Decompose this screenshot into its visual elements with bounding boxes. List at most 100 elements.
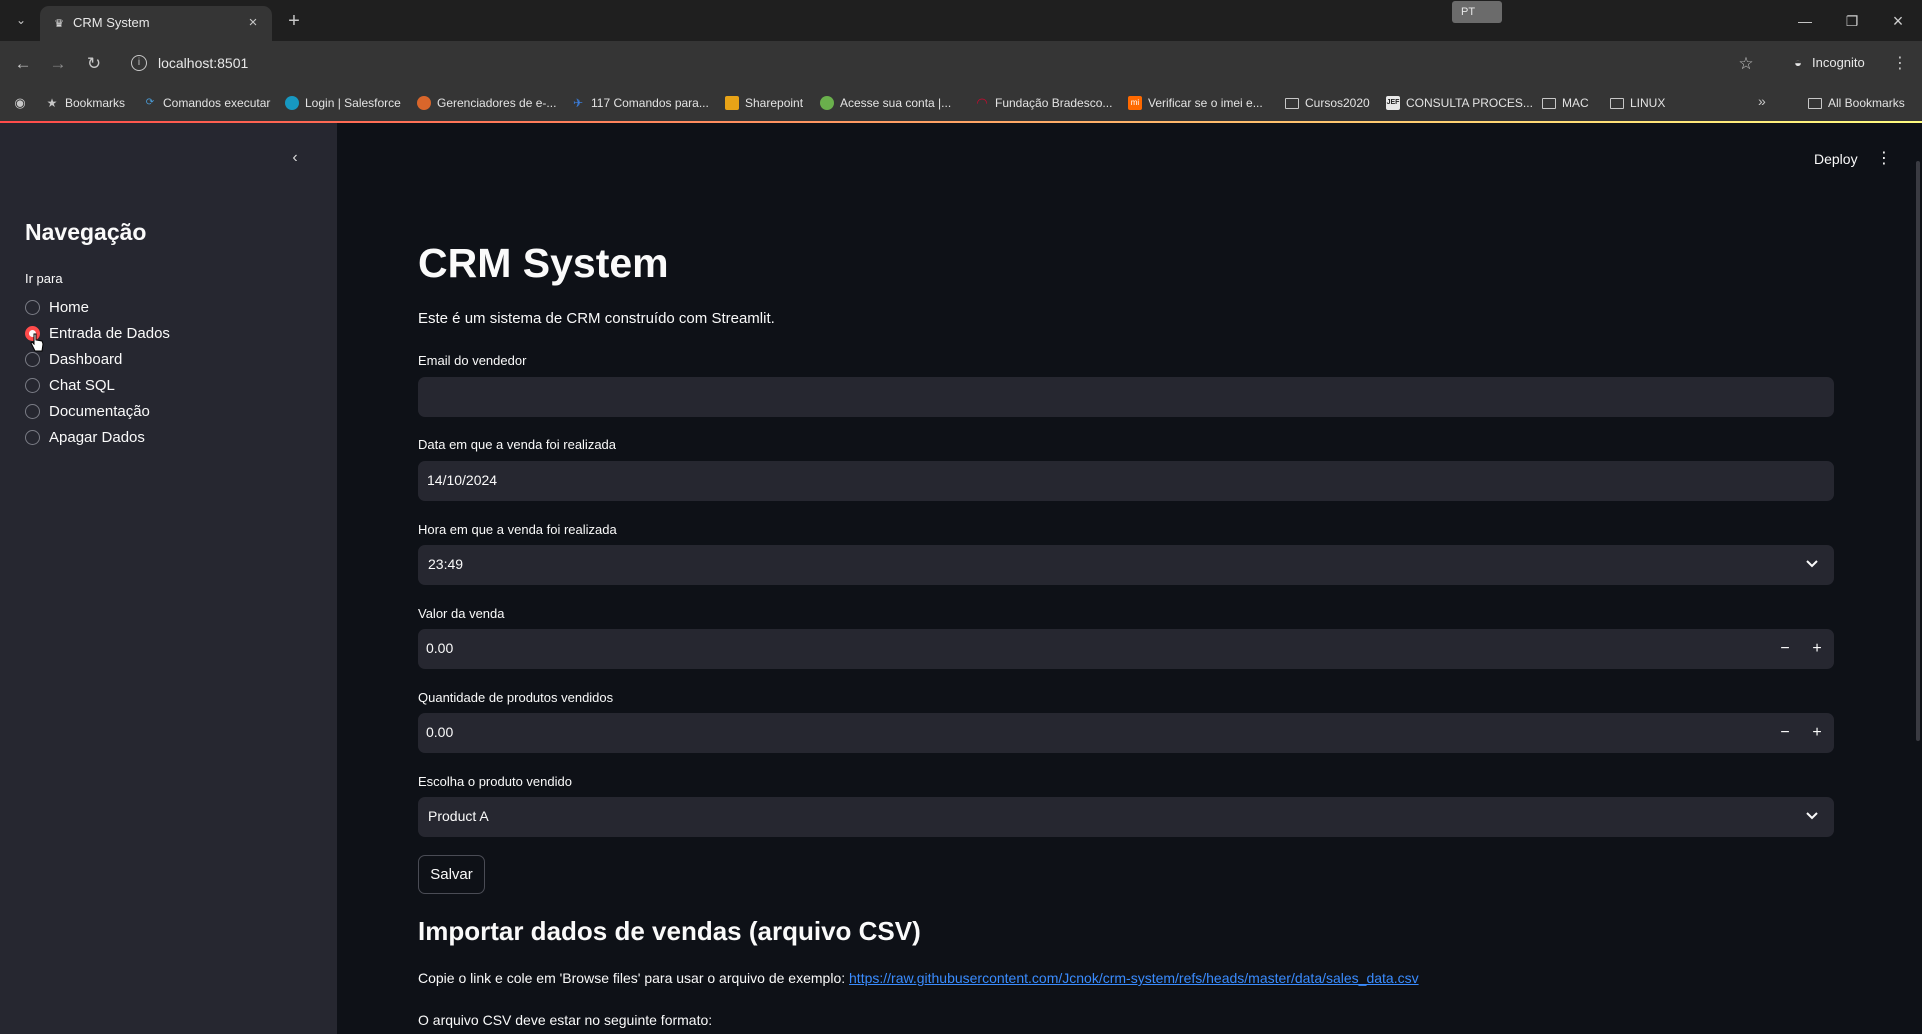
product-value: Product A [428, 808, 489, 824]
address-bar-url[interactable]: localhost:8501 [158, 55, 248, 71]
incognito-icon: ◒ [1794, 55, 1802, 70]
collapse-sidebar-chevron-icon[interactable]: ‹ [284, 147, 306, 169]
bookmark-item[interactable]: JEF CONSULTA PROCES... [1386, 94, 1533, 112]
bookmark-folder[interactable]: LINUX [1610, 94, 1665, 112]
radio-circle[interactable] [25, 351, 40, 367]
bookmarks-bar: ◉ ★ Bookmarks ⟳ Comandos executar Login | … [0, 87, 1922, 121]
sharepoint-icon [725, 96, 739, 110]
email-label: Email do vendedor [418, 353, 527, 368]
bookmark-item[interactable]: ✈ 117 Comandos para... [571, 94, 709, 112]
quantity-value: 0.00 [426, 724, 454, 740]
back-arrow-icon[interactable]: ← [11, 52, 35, 76]
radio-circle[interactable] [25, 299, 40, 315]
bookmark-folder[interactable]: MAC [1542, 94, 1589, 112]
incognito-label: Incognito [1812, 55, 1865, 70]
product-label: Escolha o produto vendido [418, 774, 572, 789]
radio-label: Chat SQL [49, 376, 115, 394]
bradesco-icon: ◠ [976, 95, 988, 110]
tab-close-icon[interactable]: × [244, 14, 262, 32]
apps-globe-icon[interactable]: ◉ [13, 94, 27, 112]
copy-instructions: Copie o link e cole em 'Browse files' pa… [418, 970, 1419, 986]
streamlit-app: ‹ Navegação Ir para Home Entrada de Dado… [0, 121, 1922, 1034]
radio-circle[interactable] [25, 377, 40, 393]
intro-text: Este é um sistema de CRM construído com … [418, 310, 775, 327]
radio-home[interactable]: Home [25, 296, 89, 318]
sidebar: ‹ Navegação Ir para Home Entrada de Dado… [0, 123, 337, 1034]
radio-label: Apagar Dados [49, 428, 145, 446]
radio-circle[interactable] [25, 429, 40, 445]
bookmark-item[interactable]: Acesse sua conta |... [820, 94, 951, 112]
radio-label: Documentação [49, 402, 150, 420]
browser-tab[interactable]: ♛ CRM System × [40, 6, 272, 41]
amount-increment-button[interactable]: + [1805, 637, 1829, 661]
all-bookmarks[interactable]: All Bookmarks [1808, 94, 1905, 112]
new-tab-button[interactable]: + [282, 9, 306, 33]
nodejs-icon: ⟳ [145, 97, 155, 108]
radio-chat-sql[interactable]: Chat SQL [25, 374, 115, 396]
amount-decrement-button[interactable]: − [1773, 637, 1797, 661]
star-icon: ★ [46, 96, 58, 110]
xiaomi-icon: mi [1128, 96, 1142, 110]
email-input[interactable] [418, 377, 1834, 417]
tab-title: CRM System [73, 15, 150, 30]
date-input[interactable]: 14/10/2024 [418, 461, 1834, 501]
site-info-icon[interactable]: i [131, 55, 147, 71]
bookmark-item[interactable]: mi Verificar se o imei e... [1128, 94, 1263, 112]
chevron-down-icon [1806, 560, 1818, 568]
language-badge[interactable]: PT [1452, 1, 1502, 23]
page-scrollbar[interactable] [1916, 161, 1920, 741]
quantity-number-input[interactable]: 0.00 − + [418, 713, 1834, 753]
quantity-increment-button[interactable]: + [1805, 721, 1829, 745]
chevron-down-icon [1806, 812, 1818, 820]
folder-icon [1285, 97, 1299, 109]
app-menu-icon[interactable]: ⋮ [1876, 147, 1892, 171]
hand-cursor-icon [30, 333, 44, 352]
sidebar-title: Navegação [25, 219, 147, 245]
radio-label: Entrada de Dados [49, 324, 170, 342]
bookmark-item[interactable]: ⟳ Comandos executar [143, 94, 271, 112]
radio-label: Dashboard [49, 350, 123, 368]
forward-arrow-icon[interactable]: → [46, 52, 70, 76]
browser-menu-icon[interactable]: ⋮ [1890, 52, 1910, 76]
window-close-icon[interactable]: × [1886, 9, 1910, 33]
deploy-button[interactable]: Deploy [1814, 151, 1858, 167]
page-title: CRM System [418, 240, 669, 286]
product-select[interactable]: Product A [418, 797, 1834, 837]
date-label: Data em que a venda foi realizada [418, 437, 617, 452]
time-select[interactable]: 23:49 [418, 545, 1834, 585]
quantity-decrement-button[interactable]: − [1773, 721, 1797, 745]
radio-circle[interactable] [25, 403, 40, 419]
bookmark-item[interactable]: Gerenciadores de e-... [417, 94, 556, 112]
radio-entrada-de-dados[interactable]: Entrada de Dados [25, 322, 170, 344]
tab-search-chevron-icon[interactable]: ⌄ [10, 9, 32, 31]
incognito-indicator[interactable]: ◒ Incognito [1790, 55, 1865, 70]
sample-csv-link[interactable]: https://raw.githubusercontent.com/Jcnok/… [849, 970, 1419, 986]
copy-instructions-text: Copie o link e cole em 'Browse files' pa… [418, 970, 850, 986]
bookmark-item[interactable]: Login | Salesforce [285, 94, 401, 112]
date-value: 14/10/2024 [427, 472, 498, 488]
radio-apagar-dados[interactable]: Apagar Dados [25, 426, 145, 448]
radio-documentacao[interactable]: Documentação [25, 400, 150, 422]
salesforce-cloud-icon [285, 96, 299, 110]
bookmark-folder[interactable]: Cursos2020 [1285, 94, 1370, 112]
bookmark-item[interactable]: ★ Bookmarks [45, 94, 125, 112]
csv-format-text: O arquivo CSV deve estar no seguinte for… [418, 1012, 713, 1028]
import-section-title: Importar dados de vendas (arquivo CSV) [418, 916, 921, 946]
more-bookmarks-icon[interactable]: » [1758, 93, 1766, 109]
jef-icon: JEF [1386, 96, 1400, 110]
bookmark-star-icon[interactable]: ☆ [1734, 52, 1758, 76]
amount-label: Valor da venda [418, 606, 505, 621]
site-icon [820, 96, 834, 110]
minimize-icon[interactable]: — [1793, 9, 1817, 33]
bookmark-item[interactable]: Sharepoint [725, 94, 803, 112]
restore-icon[interactable]: ❐ [1840, 9, 1864, 33]
site-icon [417, 96, 431, 110]
amount-number-input[interactable]: 0.00 − + [418, 629, 1834, 669]
reload-icon[interactable]: ↻ [82, 52, 106, 76]
folder-icon [1808, 97, 1822, 109]
browser-tab-strip: ⌄ ♛ CRM System × + PT — ❐ × [0, 0, 1922, 41]
time-value: 23:49 [428, 556, 464, 572]
bookmark-item[interactable]: ◠ Fundação Bradesco... [975, 94, 1112, 112]
browser-toolbar: ← → ↻ i localhost:8501 ☆ ◒ Incognito ⋮ [0, 41, 1922, 87]
save-button[interactable]: Salvar [418, 855, 485, 894]
